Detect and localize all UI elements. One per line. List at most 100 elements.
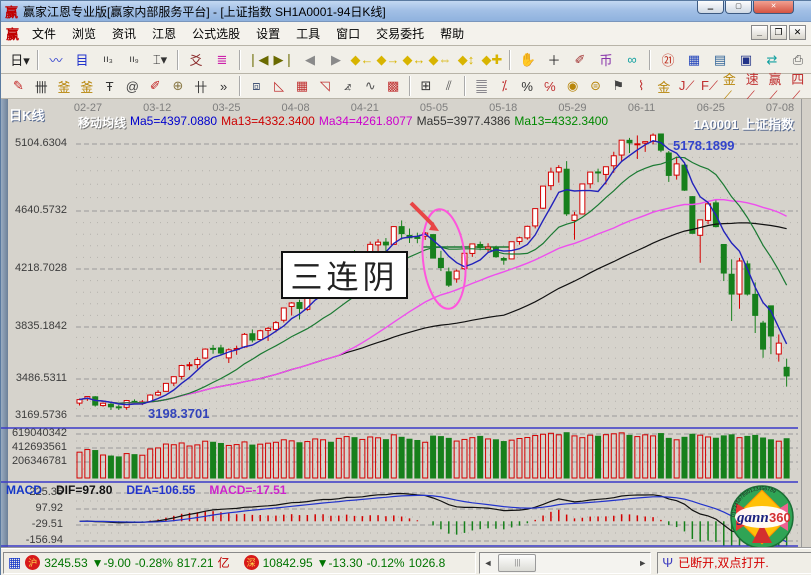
mdi-minimize-button[interactable]: _ [751,25,768,40]
box-grid-tool-icon[interactable]: ⧈ [246,75,267,97]
spiral-tool-icon[interactable]: @ [122,75,143,97]
chart-client-area[interactable]: 5178.18993198.3701gann360012345678901234… [1,99,811,548]
pane-label-daily-kline: 日K线 [9,105,44,124]
notepad-icon[interactable]: ▤ [708,49,732,71]
angle-f-icon[interactable]: F⟋ [699,75,720,97]
minimize-button[interactable]: ▁ [697,1,724,14]
save-icon[interactable]: ▣ [734,49,758,71]
red-grid-icon[interactable]: ▩ [383,75,404,97]
printer-icon[interactable]: ⎙ [786,49,810,71]
angle-measure-icon[interactable]: ✐ [568,49,592,71]
gold-gate2-icon[interactable]: 釜 [76,75,97,97]
scroll-thumb[interactable]: ||| [498,554,536,572]
grid-box-red-icon[interactable]: ▦ [292,75,313,97]
smart-analysis-icon[interactable]: ∞ [620,49,644,71]
pattern-window-icon[interactable]: 〰 [44,49,68,71]
f-line-tool-icon[interactable]: Ŧ [99,75,120,97]
hand-tool-icon[interactable]: ✋ [516,49,540,71]
market-grid-icon[interactable]: ▦ [8,554,21,571]
horizontal-scrollbar[interactable]: ◄ ||| ► [479,552,651,574]
nav-last-icon[interactable]: ▶❘ [272,49,296,71]
gold-line-icon[interactable]: ⊜ [585,75,606,97]
nav-first-icon[interactable]: ❘◀ [246,49,270,71]
angle-gold-icon[interactable]: 金⟋ [722,75,743,97]
comb-tool-icon[interactable]: 卌 [31,75,52,97]
kline-chart-canvas[interactable]: 5178.18993198.3701gann360012345678901234… [1,99,811,548]
menu-item-6[interactable]: 工具 [288,23,328,44]
scroll-right-arrow[interactable]: ► [635,553,650,573]
diamond-zoomout-icon[interactable]: ◆✚ [480,49,504,71]
maximize-button[interactable]: ▢ [725,1,752,14]
scale-chart-icon[interactable]: 𝄛 [471,75,492,97]
volume-axis-label-2: 206346781 [1,455,67,467]
nav-next-icon[interactable]: ▶ [324,49,348,71]
title-bar[interactable]: 赢 赢家江恩专业版[赢家内部服务平台] - [上证指数 SH1A0001-94日… [1,1,811,22]
scroll-left-arrow[interactable]: ◄ [480,553,495,573]
nav-prev-icon[interactable]: ◀ [298,49,322,71]
menu-item-5[interactable]: 设置 [248,23,288,44]
connection-status-text[interactable]: 已断开,双点打开. [678,554,769,571]
sz-index-pct: -0.12% [367,556,405,570]
calculator-icon[interactable]: ▦ [682,49,706,71]
more-chevron-icon[interactable]: » [213,75,234,97]
minute-3-icon[interactable]: ıı₃ [96,49,120,71]
angle-su-icon[interactable]: 速⟋ [745,75,766,97]
close-button[interactable]: ✕ [753,1,794,14]
kline-style-dropdown[interactable]: 日▾ [8,49,32,71]
percent-icon[interactable]: % [517,75,538,97]
fan-lines-icon[interactable]: ◺ [269,75,290,97]
menu-item-7[interactable]: 窗口 [328,23,368,44]
annotation-three-bearish-box[interactable]: 三连阴 [281,251,408,299]
angle-si-icon[interactable]: 四⟋ [790,75,811,97]
diamond-zoomin-icon[interactable]: ◆↕ [454,49,478,71]
gann-tool-icon[interactable]: 币 [594,49,618,71]
menu-item-2[interactable]: 资讯 [104,23,144,44]
gold-gate-icon[interactable]: 釜 [54,75,75,97]
minute-9-icon[interactable]: ıı₉ [122,49,146,71]
comb2-tool-icon[interactable]: 卄 [190,75,211,97]
brush-tool-icon[interactable]: ✎ [8,75,29,97]
curve-cross-icon[interactable]: ⌇ [631,75,652,97]
mdi-close-button[interactable]: ✕ [789,25,806,40]
mdi-restore-button[interactable]: ❐ [770,25,787,40]
connection-panel[interactable]: Ψ 已断开,双点打开. [657,552,811,574]
gann-pattern-icon[interactable]: 爻 [184,49,208,71]
angle-j-icon[interactable]: J⟋ [676,75,697,97]
menu-item-0[interactable]: 文件 [24,23,64,44]
menu-item-3[interactable]: 江恩 [144,23,184,44]
diamond-full-icon[interactable]: ◆⇔ [428,49,452,71]
crosshair-tool-icon[interactable]: ＋ [542,49,566,71]
menu-item-9[interactable]: 帮助 [432,23,472,44]
grid-dense-icon[interactable]: ⊞ [416,75,437,97]
fan-box-icon[interactable]: ◹ [314,75,335,97]
gold-char-icon[interactable]: 金 [654,75,675,97]
menu-item-1[interactable]: 浏览 [64,23,104,44]
index-quote-panel[interactable]: ▦ 沪 3245.53 ▼-9.00 -0.28% 817.21亿 深 1084… [3,552,476,574]
candle-style-dropdown[interactable]: ⌶▾ [148,49,172,71]
percent-line-icon[interactable]: ℅ [540,75,561,97]
angle-lines-icon[interactable]: ⦨ [337,75,358,97]
diamond-expand-icon[interactable]: ◆↔ [402,49,426,71]
wave-tool-icon[interactable]: ∿ [360,75,381,97]
diamond-right-icon[interactable]: ◆→ [376,49,400,71]
red-brush-icon[interactable]: ✐ [145,75,166,97]
application-window: 赢 赢家江恩专业版[赢家内部服务平台] - [上证指数 SH1A0001-94日… [0,0,811,575]
slash-lines-icon[interactable]: ⫽ [438,75,459,97]
shanghai-market-icon: 沪 [25,555,40,570]
color-volume-icon[interactable]: ≣ [210,49,234,71]
diamond-left-icon[interactable]: ◆← [350,49,374,71]
percent7-icon[interactable]: ⁒ [494,75,515,97]
calendar-21-icon[interactable]: ㉑ [656,49,680,71]
macd-header: MACD DIF=97.80DEA=106.55MACD=-17.51 [6,483,286,497]
menu-item-4[interactable]: 公式选股 [184,23,248,44]
info-list-icon[interactable]: 目 [70,49,94,71]
toolbar-separator [37,50,39,70]
date-tick-05-29: 05-29 [558,102,586,114]
network-icon[interactable]: ⇄ [760,49,784,71]
circle-ruler-icon[interactable]: ⊕ [168,75,189,97]
flag-brush-icon[interactable]: ⚑ [608,75,629,97]
angle-ying-icon[interactable]: 赢⟋ [768,75,789,97]
ma-value-2: Ma34=4261.8077 [319,114,413,131]
gold-circle-icon[interactable]: ◉ [562,75,583,97]
menu-item-8[interactable]: 交易委托 [368,23,432,44]
